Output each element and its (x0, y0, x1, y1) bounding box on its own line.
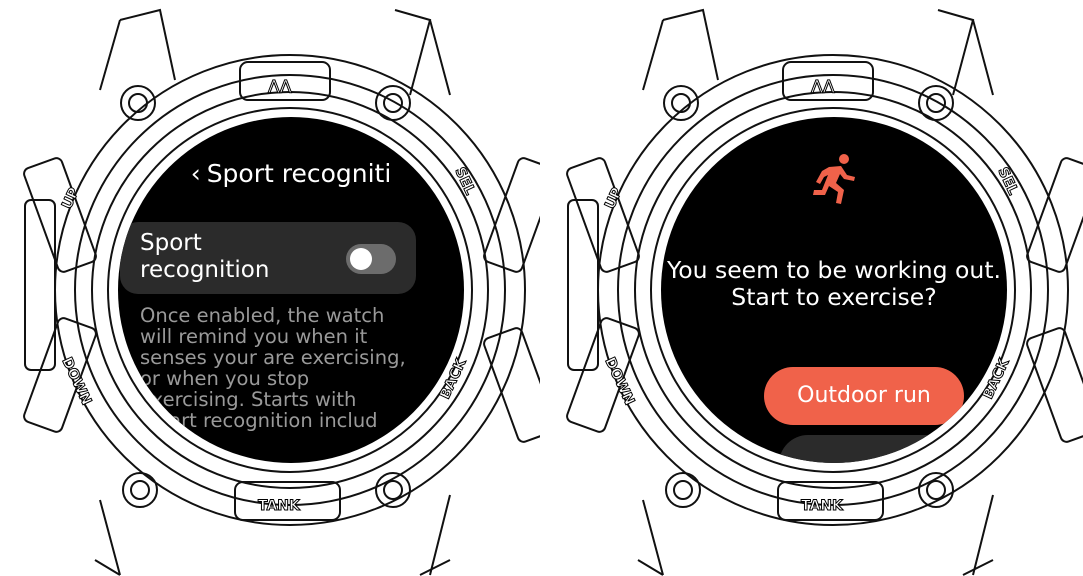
watch-right: ⋀⋀ UP DOWN SEL BACK TANK You seem to be … (543, 0, 1083, 576)
bezel-logo: ⋀⋀ (811, 78, 835, 94)
bezel-logo: ⋀⋀ (268, 78, 292, 94)
screen-header[interactable]: ‹ Sport recogniti (118, 159, 464, 188)
running-person-icon (813, 154, 855, 204)
brand-label: TANK (801, 498, 844, 514)
secondary-option-button[interactable] (779, 435, 959, 463)
watch-screen: You seem to be working out. Start to exe… (661, 117, 1007, 463)
watch-screen: ‹ Sport recogniti Sport recognition Once … (118, 117, 464, 463)
outdoor-run-button[interactable]: Outdoor run (764, 367, 964, 425)
down-button-label[interactable]: DOWN (601, 354, 638, 408)
watch-left: ⋀⋀ UP DOWN SEL BACK TANK ‹ Sport recognit… (0, 0, 540, 576)
brand-label: TANK (258, 498, 301, 514)
sport-recognition-toggle[interactable] (346, 244, 396, 274)
setting-label: Sport recognition (140, 230, 270, 283)
sport-recognition-setting[interactable]: Sport recognition (120, 222, 416, 294)
page-title: Sport recogniti (206, 159, 392, 188)
chevron-left-icon[interactable]: ‹ (191, 159, 201, 188)
exercise-prompt: You seem to be working out. Start to exe… (666, 256, 1002, 311)
down-button-label[interactable]: DOWN (58, 354, 95, 408)
toggle-knob (350, 248, 372, 270)
setting-description: Once enabled, the watch will remind you … (140, 304, 406, 432)
